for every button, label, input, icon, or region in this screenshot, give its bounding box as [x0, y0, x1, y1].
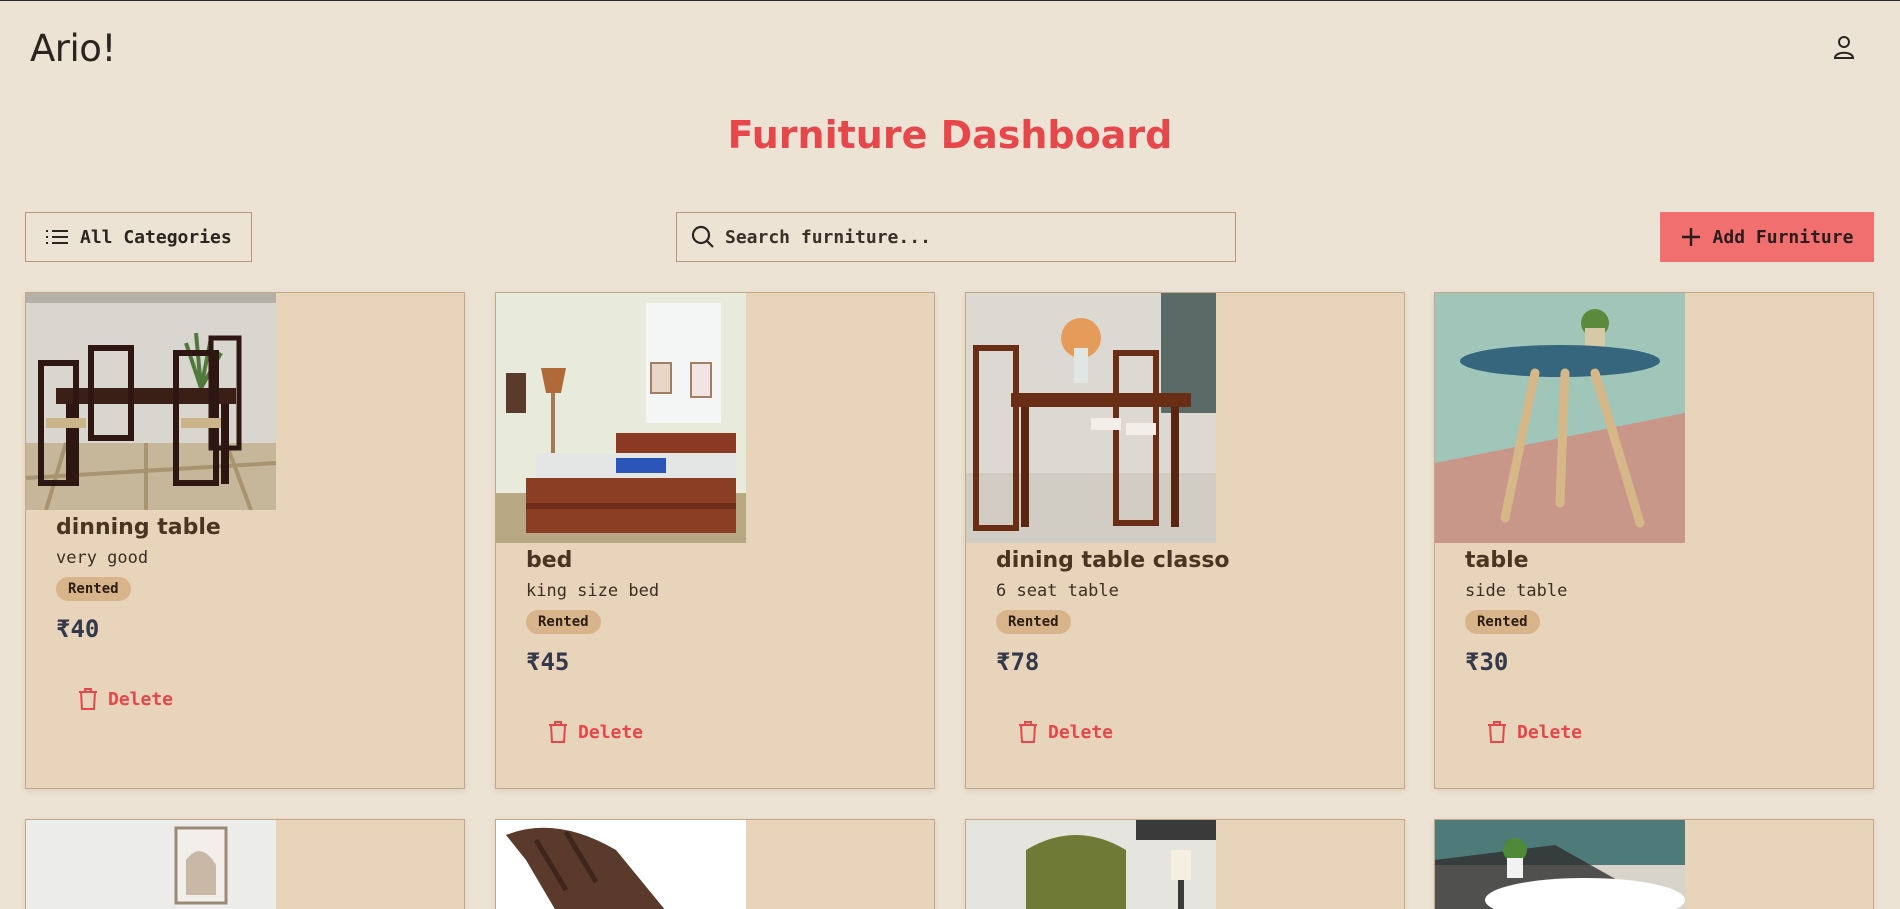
app-brand[interactable]: Ario!	[30, 27, 116, 70]
status-badge: Rented	[56, 577, 131, 601]
furniture-price: ₹78	[996, 648, 1040, 676]
search-box[interactable]	[676, 212, 1236, 262]
user-profile-button[interactable]	[1830, 31, 1858, 63]
search-icon	[691, 225, 714, 248]
furniture-card: dining table classo 6 seat table Rented …	[965, 292, 1405, 789]
list-icon	[46, 230, 68, 244]
furniture-card	[965, 819, 1405, 909]
furniture-card	[495, 819, 935, 909]
furniture-card	[25, 819, 465, 909]
furniture-name: bed	[526, 548, 573, 573]
furniture-image	[26, 820, 276, 909]
delete-button[interactable]: Delete	[1018, 720, 1113, 744]
delete-label: Delete	[108, 688, 174, 710]
furniture-card: bed king size bed Rented ₹45 Delete	[495, 292, 935, 789]
furniture-description: very good	[56, 548, 149, 568]
plus-icon	[1681, 228, 1700, 246]
delete-button[interactable]: Delete	[78, 687, 173, 711]
furniture-description: king size bed	[526, 581, 660, 601]
user-icon	[1833, 36, 1855, 59]
furniture-name: dinning table	[56, 515, 221, 540]
furniture-image-dining-table	[26, 293, 276, 510]
furniture-price: ₹45	[526, 648, 570, 676]
furniture-card	[1434, 819, 1874, 909]
furniture-image-side-table	[1435, 293, 1685, 543]
delete-label: Delete	[578, 721, 644, 743]
delete-button[interactable]: Delete	[548, 720, 643, 744]
add-furniture-button[interactable]: Add Furniture	[1660, 212, 1874, 262]
delete-label: Delete	[1048, 721, 1114, 743]
delete-button[interactable]: Delete	[1487, 720, 1582, 744]
furniture-name: dining table classo	[996, 548, 1230, 573]
trash-icon	[79, 688, 97, 710]
furniture-image	[966, 820, 1216, 909]
search-input[interactable]	[725, 226, 1235, 248]
page-title: Furniture Dashboard	[727, 113, 1173, 157]
status-badge: Rented	[526, 610, 601, 634]
furniture-price: ₹30	[1465, 648, 1509, 676]
furniture-image	[496, 820, 746, 909]
furniture-image-bed	[496, 293, 746, 543]
furniture-card: dinning table very good Rented ₹40 Delet…	[25, 292, 465, 789]
category-filter-label: All Categories	[80, 226, 232, 248]
furniture-image	[1435, 820, 1685, 909]
status-badge: Rented	[996, 610, 1071, 634]
furniture-name: table	[1465, 548, 1529, 573]
furniture-price: ₹40	[56, 615, 100, 643]
furniture-description: side table	[1465, 581, 1568, 601]
status-badge: Rented	[1465, 610, 1540, 634]
category-filter-button[interactable]: All Categories	[25, 212, 252, 262]
trash-icon	[1488, 721, 1506, 743]
delete-label: Delete	[1517, 721, 1583, 743]
trash-icon	[549, 721, 567, 743]
furniture-card: table side table Rented ₹30 Delete	[1434, 292, 1874, 789]
trash-icon	[1019, 721, 1037, 743]
furniture-description: 6 seat table	[996, 581, 1119, 601]
furniture-image-dining-table-classo	[966, 293, 1216, 543]
add-furniture-label: Add Furniture	[1712, 226, 1854, 248]
